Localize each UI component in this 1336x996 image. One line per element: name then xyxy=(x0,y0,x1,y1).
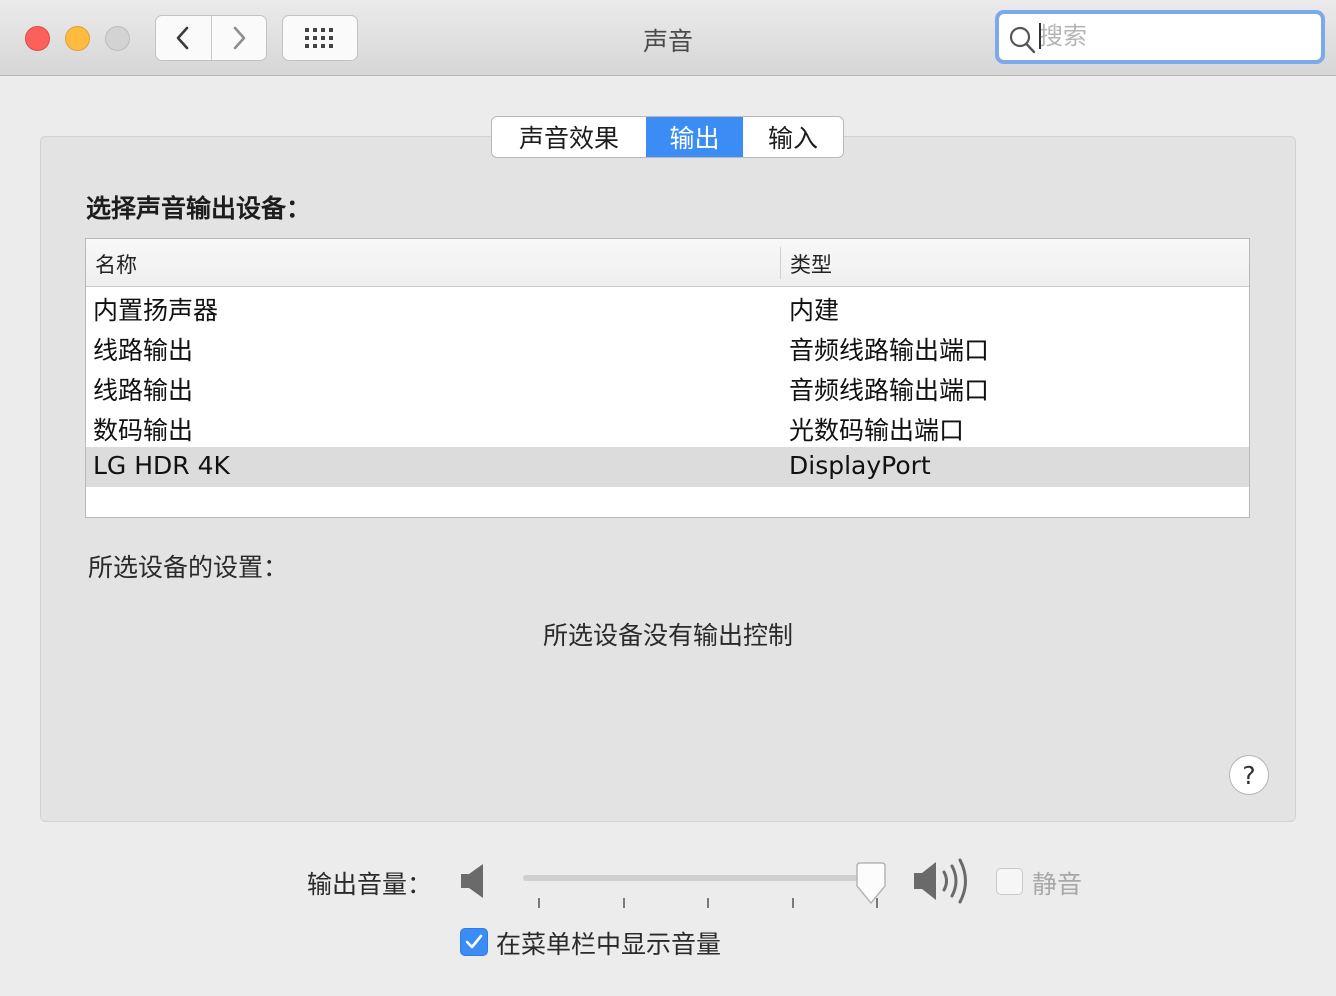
tab-sound-effects[interactable]: 声音效果 xyxy=(492,117,646,157)
titlebar: 声音 xyxy=(0,0,1336,76)
checkmark-icon xyxy=(465,934,483,949)
device-name: 线路输出 xyxy=(93,376,194,405)
search-field[interactable] xyxy=(995,10,1325,64)
table-row[interactable]: 线路输出 音频线路输出端口 xyxy=(86,327,1249,367)
device-name: 数码输出 xyxy=(93,416,194,445)
table-header: 名称 类型 xyxy=(86,239,1249,287)
output-volume-label: 输出音量： xyxy=(307,870,433,899)
search-input[interactable] xyxy=(1039,20,1309,52)
slider-fill xyxy=(523,875,871,881)
column-header-type[interactable]: 类型 xyxy=(790,249,832,279)
text-cursor xyxy=(1039,23,1041,49)
column-header-name[interactable]: 名称 xyxy=(95,249,137,279)
search-icon xyxy=(1009,26,1036,54)
table-row-selected[interactable]: LG HDR 4K DisplayPort xyxy=(86,447,1249,487)
sound-preferences-window: 声音 声音效果 输出 输入 选择声音输出设备： 名称 类型 内置扬声器 内建 线… xyxy=(0,0,1336,996)
slider-tick xyxy=(538,898,540,908)
tab-bar: 声音效果 输出 输入 xyxy=(491,116,844,158)
slider-thumb[interactable] xyxy=(854,862,888,906)
device-type: DisplayPort xyxy=(789,451,931,480)
table-row[interactable]: 线路输出 音频线路输出端口 xyxy=(86,367,1249,407)
device-name: LG HDR 4K xyxy=(93,451,230,480)
output-device-table: 名称 类型 内置扬声器 内建 线路输出 音频线路输出端口 线路输出 音频线路输出… xyxy=(85,238,1250,518)
device-type: 光数码输出端口 xyxy=(789,416,965,445)
slider-tick xyxy=(623,898,625,908)
device-name: 线路输出 xyxy=(93,336,194,365)
slider-tick xyxy=(707,898,709,908)
speaker-low-icon xyxy=(461,864,483,898)
selected-device-settings-label: 所选设备的设置： xyxy=(88,553,289,582)
device-type: 内建 xyxy=(789,296,840,325)
speaker-high-icon xyxy=(914,858,967,904)
output-device-heading: 选择声音输出设备： xyxy=(86,194,312,223)
table-row[interactable]: 内置扬声器 内建 xyxy=(86,287,1249,327)
table-row[interactable]: 数码输出 光数码输出端口 xyxy=(86,407,1249,447)
show-volume-in-menubar-checkbox[interactable] xyxy=(460,928,488,956)
output-volume-slider[interactable] xyxy=(523,862,886,912)
tab-input[interactable]: 输入 xyxy=(743,117,843,157)
device-type: 音频线路输出端口 xyxy=(789,376,990,405)
column-divider[interactable] xyxy=(780,247,781,279)
no-output-controls-message: 所选设备没有输出控制 xyxy=(542,621,793,650)
mute-label: 静音 xyxy=(1032,870,1083,899)
slider-tick xyxy=(792,898,794,908)
tab-output[interactable]: 输出 xyxy=(646,117,743,157)
help-button[interactable]: ? xyxy=(1229,755,1269,795)
device-type: 音频线路输出端口 xyxy=(789,336,990,365)
mute-checkbox[interactable] xyxy=(996,868,1023,895)
device-name: 内置扬声器 xyxy=(93,296,219,325)
show-volume-in-menubar-label: 在菜单栏中显示音量 xyxy=(496,930,722,959)
